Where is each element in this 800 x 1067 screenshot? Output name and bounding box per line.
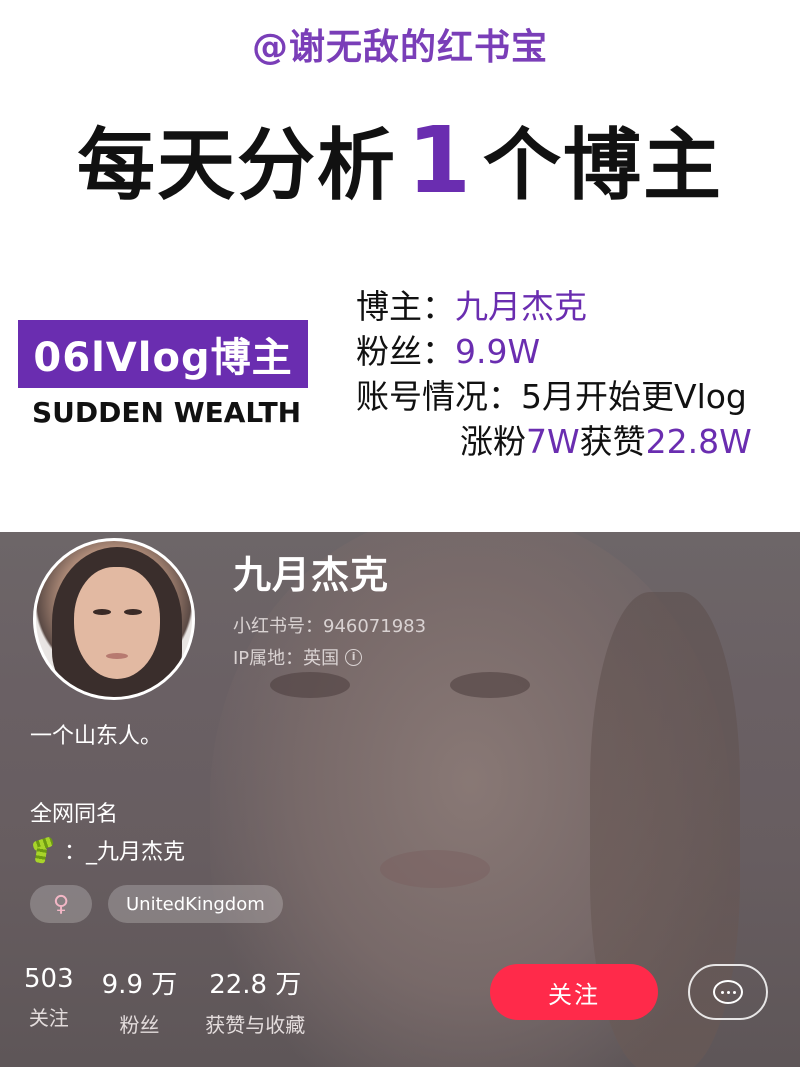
subtitle-en: SUDDEN WEALTH — [32, 396, 302, 429]
stat-following[interactable]: 503 关注 — [24, 964, 74, 1038]
location-tag[interactable]: UnitedKingdom — [108, 885, 283, 923]
message-button[interactable] — [688, 964, 768, 1020]
banner: @谢无敌的红书宝 每天分析 1 个博主 06lVlog博主 SUDDEN WEALT… — [0, 0, 800, 532]
profile-card: 九月杰克 小红书号：946071983 IP属地：英国 i 一个山东人。 全网同… — [0, 532, 800, 1067]
stat-following-label: 关注 — [28, 1006, 69, 1030]
profile-bio-line2: 全网同名 — [30, 802, 119, 827]
episode-tag: 06lVlog博主 — [18, 320, 308, 388]
info-account-label: 账号情况： — [356, 377, 521, 416]
avatar-mouth — [106, 653, 128, 659]
stat-following-count: 503 — [24, 964, 74, 994]
profile-id: 小红书号：946071983 — [233, 616, 427, 637]
info-fans-label: 粉丝： — [356, 332, 455, 371]
stat-fans[interactable]: 9.9 万 粉丝 — [102, 964, 178, 1038]
info-gain-pre: 涨粉 — [460, 422, 526, 461]
profile-name: 九月杰克 — [233, 553, 390, 597]
info-account-row: 账号情况：5月开始更Vlog — [356, 374, 752, 419]
headline-post: 个博主 — [483, 121, 724, 211]
follow-button[interactable]: 关注 — [490, 964, 658, 1020]
blogger-info: 博主：九月杰克 粉丝：9.9W 账号情况：5月开始更Vlog 涨粉7W获赞22.… — [356, 284, 752, 464]
info-blogger-value: 九月杰克 — [455, 287, 587, 326]
stat-likes-label: 获赞与收藏 — [205, 1013, 306, 1037]
info-account-value: 5月开始更Vlog — [521, 377, 747, 416]
scarf-icon — [30, 836, 56, 864]
info-icon[interactable]: i — [345, 648, 363, 666]
avatar[interactable] — [33, 538, 195, 700]
profile-stats: 503 关注 9.9 万 粉丝 22.8 万 获赞与收藏 — [24, 964, 333, 1038]
avatar-eye-right — [124, 609, 142, 615]
chat-bubble-icon — [713, 980, 743, 1004]
info-blogger-row: 博主：九月杰克 — [356, 284, 752, 329]
avatar-face — [74, 567, 160, 679]
stat-likes[interactable]: 22.8 万 获赞与收藏 — [205, 964, 305, 1038]
profile-tags: ♀ UnitedKingdom — [30, 885, 283, 923]
profile-bio-line3: ：_九月杰克 — [30, 834, 185, 866]
avatar-eye-left — [93, 609, 111, 615]
headline-pre: 每天分析 — [76, 121, 397, 211]
info-gain-row: 涨粉7W获赞22.8W — [356, 419, 752, 464]
background-photo-eye-right — [450, 672, 530, 698]
profile-ip-text: IP属地：英国 — [233, 648, 340, 669]
info-fans-value: 9.9W — [455, 332, 541, 371]
info-blogger-label: 博主： — [356, 287, 455, 326]
info-gain-likes: 22.8W — [645, 422, 752, 461]
stat-likes-count: 22.8 万 — [209, 970, 302, 1000]
info-gain-fans: 7W — [526, 422, 580, 461]
profile-ip: IP属地：英国 i — [233, 644, 363, 670]
headline-number: 1 — [406, 107, 473, 214]
background-photo-eye-left — [270, 672, 350, 698]
stat-fans-count: 9.9 万 — [101, 970, 178, 1000]
info-gain-mid: 获赞 — [579, 422, 646, 461]
gender-female-icon: ♀ — [30, 885, 92, 923]
info-fans-row: 粉丝：9.9W — [356, 329, 752, 374]
author-handle: @谢无敌的红书宝 — [251, 27, 548, 68]
profile-bio: 一个山东人。 — [30, 724, 163, 749]
stat-fans-label: 粉丝 — [119, 1013, 160, 1037]
background-photo-lips — [380, 850, 490, 888]
profile-bio-line3-text: ：_九月杰克 — [64, 840, 186, 865]
headline: 每天分析 1 个博主 — [0, 110, 800, 211]
